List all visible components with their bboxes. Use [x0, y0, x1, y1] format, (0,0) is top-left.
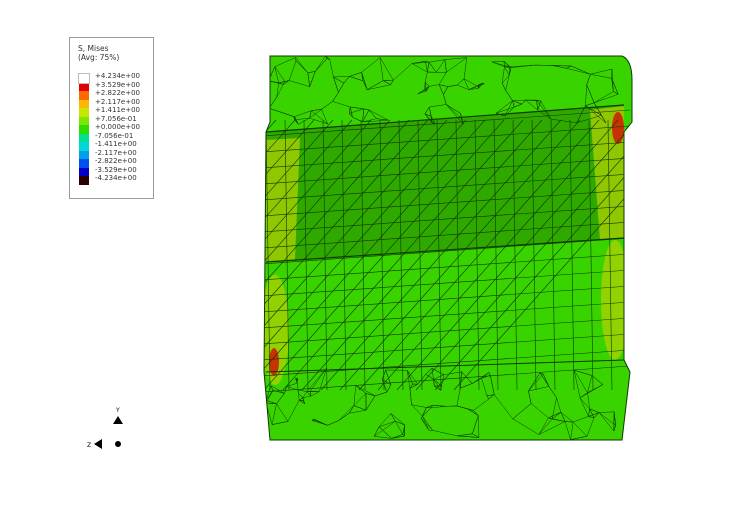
y-axis-arrowhead: [113, 416, 123, 424]
mesh-edge: [0, 120, 200, 390]
y-axis-label: Y: [115, 407, 120, 414]
warm-zone-left: [266, 138, 300, 262]
x-axis-dot: [115, 441, 121, 447]
z-axis-arrowhead: [94, 439, 102, 449]
warm-zone-lower-right: [601, 240, 629, 360]
hot-spot-top-right: [612, 112, 624, 144]
mesh-edge: [0, 120, 238, 390]
fem-model[interactable]: [0, 50, 694, 450]
viewport-canvas[interactable]: Y Z: [0, 0, 736, 515]
mesh-edge: [264, 119, 277, 391]
mesh-edge: [17, 120, 257, 390]
z-axis-label: Z: [87, 442, 91, 449]
axis-triad[interactable]: Y Z: [87, 407, 123, 449]
mesh-edge: [0, 120, 219, 390]
mesh-edge: [264, 119, 296, 391]
